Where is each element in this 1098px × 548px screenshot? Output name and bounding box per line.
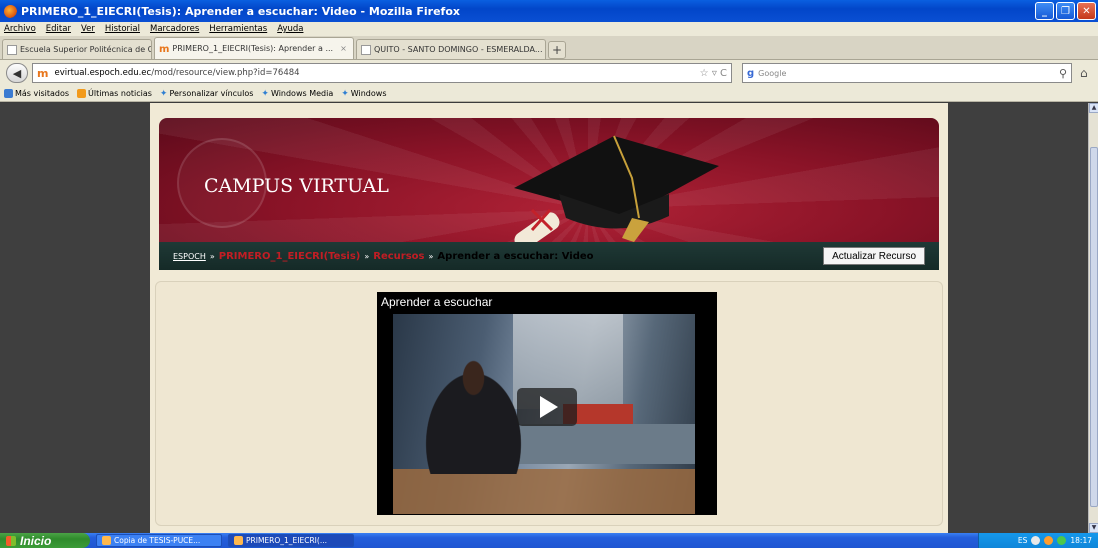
vertical-scrollbar[interactable]: ▲ ▼ <box>1088 103 1098 533</box>
navigation-bar: ◀ m evirtual.espoch.edu.ec/mod/resource/… <box>0 60 1098 86</box>
back-arrow-icon: ◀ <box>12 66 22 80</box>
search-bar[interactable]: g Google ⚲ <box>742 63 1072 83</box>
breadcrumb-course[interactable]: PRIMERO_1_EIECRI(Tesis) <box>219 251 361 262</box>
tab-label: PRIMERO_1_EIECRI(Tesis): Aprender a ... <box>172 44 334 53</box>
video-title: Aprender a escuchar <box>381 295 493 309</box>
minimize-button[interactable]: _ <box>1035 2 1054 20</box>
search-icon[interactable]: ⚲ <box>1059 67 1067 80</box>
menu-historial[interactable]: Historial <box>105 24 140 34</box>
network-icon[interactable] <box>1031 536 1041 545</box>
bookmark-personalizar[interactable]: ✦ Personalizar vínculos <box>160 89 254 99</box>
bookmark-label: Últimas noticias <box>88 89 152 98</box>
scrollbar-thumb[interactable] <box>1090 147 1098 507</box>
bookmark-label: Windows <box>350 89 387 98</box>
menu-bar: Archivo Editar Ver Historial Marcadores … <box>0 22 1098 36</box>
bookmark-label: Personalizar vínculos <box>169 89 254 98</box>
video-player[interactable]: Aprender a escuchar <box>377 292 717 515</box>
play-icon <box>540 396 558 418</box>
bookmark-label: Windows Media <box>270 89 334 98</box>
firefox-icon <box>234 536 243 545</box>
bookmark-label: Más visitados <box>15 89 70 98</box>
update-resource-button[interactable]: Actualizar Recurso <box>823 247 925 265</box>
breadcrumb-separator: » <box>209 251 215 261</box>
menu-ayuda[interactable]: Ayuda <box>277 24 303 34</box>
window-title: PRIMERO_1_EIECRI(Tesis): Aprender a escu… <box>21 4 460 18</box>
windows-logo-icon <box>6 535 16 546</box>
breadcrumb-separator: » <box>364 251 370 261</box>
new-tab-button[interactable]: + <box>548 41 566 59</box>
taskbar-item-word[interactable]: Copia de TESIS-PUCE... <box>96 534 222 547</box>
url-domain: evirtual.espoch.edu.ec <box>54 68 152 78</box>
start-label: Inicio <box>20 533 52 548</box>
clock[interactable]: 18:17 <box>1070 536 1092 545</box>
menu-archivo[interactable]: Archivo <box>4 24 36 34</box>
task-label: PRIMERO_1_EIECRI(... <box>246 536 327 545</box>
folder-icon <box>4 89 13 98</box>
document-icon <box>102 536 111 545</box>
page-icon <box>7 44 17 55</box>
google-icon: g <box>747 67 755 79</box>
taskbar-item-firefox[interactable]: PRIMERO_1_EIECRI(... <box>228 534 354 547</box>
page-icon <box>361 44 371 55</box>
address-bar[interactable]: m evirtual.espoch.edu.ec/mod/resource/vi… <box>32 63 732 83</box>
language-indicator[interactable]: ES <box>1018 536 1028 545</box>
messenger-icon[interactable] <box>1044 536 1054 545</box>
restore-button[interactable]: ❐ <box>1056 2 1075 20</box>
scroll-up-icon[interactable]: ▲ <box>1089 103 1098 113</box>
window-title-bar: PRIMERO_1_EIECRI(Tesis): Aprender a escu… <box>0 0 1098 22</box>
bookmark-windows[interactable]: ✦ Windows <box>341 89 386 99</box>
tab-label: QUITO - SANTO DOMINGO - ESMERALDA... <box>374 45 543 54</box>
menu-ver[interactable]: Ver <box>81 24 95 34</box>
breadcrumb-separator: » <box>428 251 434 261</box>
windows-icon: ✦ <box>159 88 168 99</box>
home-icon[interactable]: ⌂ <box>1080 66 1088 80</box>
play-button[interactable] <box>517 388 577 426</box>
windows-icon: ✦ <box>341 88 349 99</box>
bookmarks-bar: Más visitados Últimas noticias ✦ Personal… <box>0 86 1098 102</box>
bookmark-mas-visitados[interactable]: Más visitados <box>4 89 69 98</box>
url-path: /mod/resource/view.php?id=76484 <box>151 68 300 78</box>
windows-taskbar: Inicio Copia de TESIS-PUCE... PRIMERO_1_… <box>0 533 1098 548</box>
scroll-down-icon[interactable]: ▼ <box>1089 523 1098 533</box>
bookmark-ultimas-noticias[interactable]: Últimas noticias <box>77 89 152 98</box>
graduation-cap-icon <box>514 135 719 242</box>
tab-espoch[interactable]: Escuela Superior Politécnica de Chimbora… <box>2 39 152 59</box>
close-button[interactable]: ✕ <box>1077 2 1096 20</box>
tab-bar: Escuela Superior Politécnica de Chimbora… <box>0 36 1098 60</box>
breadcrumb-recursos[interactable]: Recursos <box>373 251 424 262</box>
windows-icon: ✦ <box>261 88 269 99</box>
firefox-icon <box>4 4 17 18</box>
breadcrumb: ESPOCH » PRIMERO_1_EIECRI(Tesis) » Recur… <box>159 242 939 270</box>
moodle-icon: m <box>159 43 170 55</box>
menu-marcadores[interactable]: Marcadores <box>150 24 199 34</box>
tab-quito[interactable]: QUITO - SANTO DOMINGO - ESMERALDA... × <box>356 39 546 59</box>
antivirus-icon[interactable] <box>1057 536 1067 545</box>
site-title: CAMPUS VIRTUAL <box>204 175 389 197</box>
menu-editar[interactable]: Editar <box>46 24 71 34</box>
close-tab-icon[interactable]: × <box>340 44 347 53</box>
tab-label: Escuela Superior Politécnica de Chimbora… <box>20 45 151 54</box>
moodle-icon: m <box>37 66 49 80</box>
search-placeholder: Google <box>758 68 787 78</box>
bookmark-windows-media[interactable]: ✦ Windows Media <box>261 89 333 99</box>
back-button[interactable]: ◀ <box>6 63 28 83</box>
site-header-banner: CAMPUS VIRTUAL ESPOCH » PRIMERO_1_EIECRI… <box>159 118 939 270</box>
menu-herramientas[interactable]: Herramientas <box>209 24 267 34</box>
rss-icon <box>77 89 87 98</box>
page-viewport: CAMPUS VIRTUAL ESPOCH » PRIMERO_1_EIECRI… <box>0 103 1088 533</box>
window-controls: _ ❐ ✕ <box>1035 2 1096 20</box>
breadcrumb-current: Aprender a escuchar: Video <box>437 250 594 262</box>
system-tray: ES 18:17 <box>978 533 1098 548</box>
site-container: CAMPUS VIRTUAL ESPOCH » PRIMERO_1_EIECRI… <box>150 103 948 533</box>
tab-current[interactable]: m PRIMERO_1_EIECRI(Tesis): Aprender a ..… <box>154 37 354 59</box>
breadcrumb-espoch[interactable]: ESPOCH <box>173 252 206 261</box>
task-label: Copia de TESIS-PUCE... <box>114 536 201 545</box>
start-button[interactable]: Inicio <box>0 533 90 548</box>
bookmark-star-icon[interactable]: ☆ ▿ C <box>700 68 727 79</box>
